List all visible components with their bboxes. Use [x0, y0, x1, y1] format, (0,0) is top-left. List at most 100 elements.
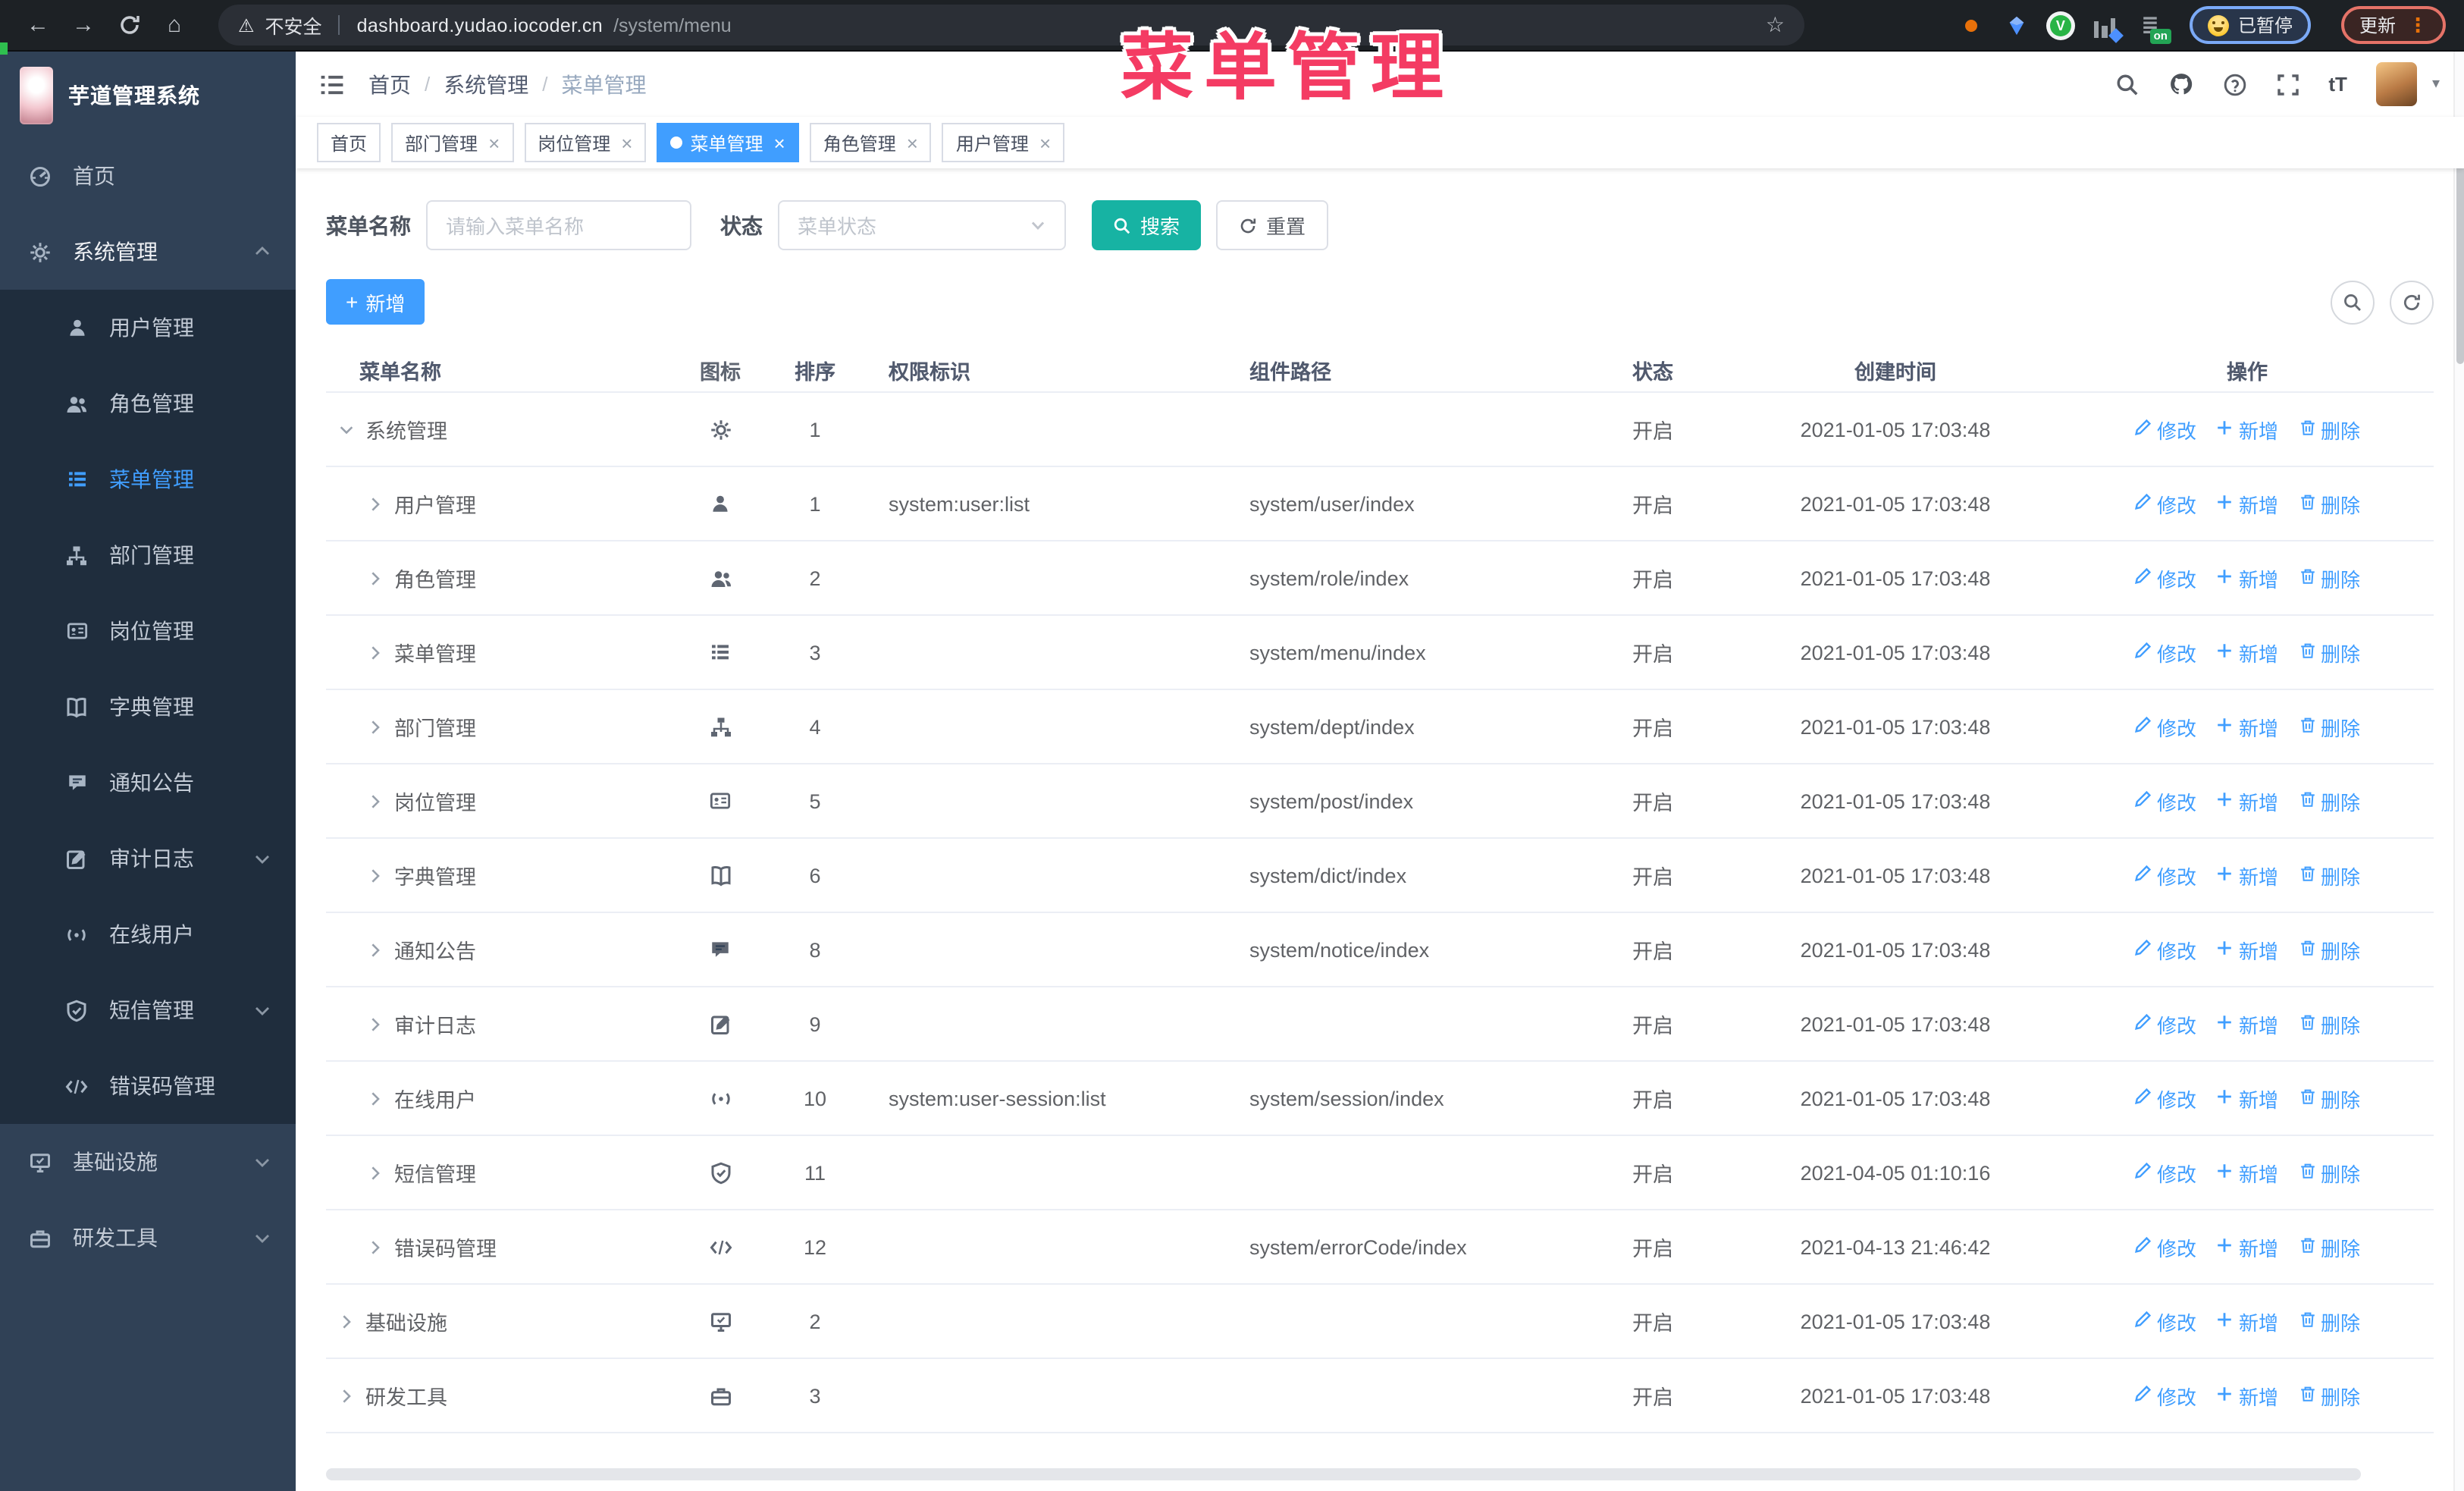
ext-green-check-icon[interactable]: V — [2049, 14, 2071, 36]
add-child-link[interactable]: 新增 — [2216, 1084, 2278, 1113]
ext-blue-gem-icon[interactable] — [2005, 13, 2029, 37]
tag-item[interactable]: 岗位管理 × — [524, 123, 647, 162]
breadcrumb-item[interactable]: 系统管理 — [444, 69, 528, 99]
tag-active[interactable]: 菜单管理 × — [657, 123, 799, 162]
delete-link[interactable]: 删除 — [2298, 1381, 2360, 1410]
sidebar-item[interactable]: 研发工具 — [0, 1200, 296, 1276]
scrollbar-thumb[interactable] — [2456, 137, 2464, 364]
caret-right-icon[interactable] — [338, 1387, 355, 1404]
tag-item[interactable]: 角色管理 × — [809, 123, 932, 162]
add-child-link[interactable]: 新增 — [2216, 1158, 2278, 1187]
user-avatar[interactable] — [2375, 62, 2417, 106]
tag-close-icon[interactable]: × — [774, 133, 785, 152]
sidebar-item[interactable]: 短信管理 — [0, 972, 296, 1048]
add-child-link[interactable]: 新增 — [2216, 563, 2278, 592]
caret-right-icon[interactable] — [367, 1015, 384, 1032]
add-child-link[interactable]: 新增 — [2216, 1381, 2278, 1410]
breadcrumb-item[interactable]: 首页 — [368, 69, 411, 99]
menu-name-input[interactable]: 请输入菜单名称 — [426, 200, 691, 250]
fullscreen-icon[interactable] — [2275, 72, 2299, 96]
help-icon[interactable] — [2222, 72, 2246, 96]
edit-link[interactable]: 修改 — [2134, 786, 2196, 815]
caret-right-icon[interactable] — [367, 1090, 384, 1106]
add-child-link[interactable]: 新增 — [2216, 1232, 2278, 1261]
sidebar-item[interactable]: 系统管理 — [0, 214, 296, 290]
add-child-link[interactable]: 新增 — [2216, 1009, 2278, 1038]
delete-link[interactable]: 删除 — [2298, 861, 2360, 890]
delete-link[interactable]: 删除 — [2298, 712, 2360, 741]
caret-right-icon[interactable] — [367, 1238, 384, 1255]
more-vertical-icon[interactable]: ⋮ — [2408, 13, 2428, 37]
browser-home-icon[interactable]: ⌂ — [152, 5, 197, 46]
caret-right-icon[interactable] — [367, 570, 384, 586]
caret-right-icon[interactable] — [338, 1313, 355, 1329]
delete-link[interactable]: 删除 — [2298, 489, 2360, 518]
sidebar-item[interactable]: 错误码管理 — [0, 1048, 296, 1124]
address-bar[interactable]: ⚠ 不安全 dashboard.yudao.iocoder.cn/system/… — [218, 5, 1804, 46]
sidebar-item[interactable]: 在线用户 — [0, 896, 296, 972]
search-button[interactable]: 搜索 — [1092, 200, 1202, 250]
edit-link[interactable]: 修改 — [2134, 638, 2196, 667]
caret-down-icon[interactable] — [338, 420, 355, 438]
sidebar-item[interactable]: 岗位管理 — [0, 593, 296, 669]
sidebar-item[interactable]: 审计日志 — [0, 821, 296, 896]
caret-right-icon[interactable] — [367, 793, 384, 809]
tag-close-icon[interactable]: × — [907, 133, 918, 152]
ext-orange-donut-icon[interactable] — [1959, 13, 1983, 37]
refresh-table-button[interactable] — [2390, 280, 2434, 324]
avatar-caret-down-icon[interactable]: ▾ — [2432, 76, 2440, 93]
caret-right-icon[interactable] — [367, 718, 384, 735]
edit-link[interactable]: 修改 — [2134, 935, 2196, 964]
edit-link[interactable]: 修改 — [2134, 712, 2196, 741]
horizontal-scrollbar[interactable] — [326, 1468, 2361, 1480]
tag-close-icon[interactable]: × — [621, 133, 632, 152]
add-child-link[interactable]: 新增 — [2216, 1307, 2278, 1336]
sidebar-item[interactable]: 字典管理 — [0, 669, 296, 745]
toggle-search-button[interactable] — [2331, 280, 2375, 324]
sidebar-item[interactable]: 用户管理 — [0, 290, 296, 366]
delete-link[interactable]: 删除 — [2298, 563, 2360, 592]
add-child-link[interactable]: 新增 — [2216, 712, 2278, 741]
add-child-link[interactable]: 新增 — [2216, 786, 2278, 815]
edit-link[interactable]: 修改 — [2134, 415, 2196, 444]
caret-right-icon[interactable] — [367, 1164, 384, 1181]
edit-link[interactable]: 修改 — [2134, 489, 2196, 518]
ext-proxy-on-icon[interactable]: ≣ on — [2138, 12, 2171, 43]
hamburger-icon[interactable] — [318, 71, 346, 98]
add-child-link[interactable]: 新增 — [2216, 861, 2278, 890]
caret-right-icon[interactable] — [367, 495, 384, 512]
delete-link[interactable]: 删除 — [2298, 415, 2360, 444]
delete-link[interactable]: 删除 — [2298, 1158, 2360, 1187]
status-select[interactable]: 菜单状态 — [778, 200, 1066, 250]
browser-back-icon[interactable]: ← — [15, 5, 61, 46]
delete-link[interactable]: 删除 — [2298, 1232, 2360, 1261]
reset-button[interactable]: 重置 — [1216, 200, 1329, 250]
sidebar-item[interactable]: 首页 — [0, 138, 296, 214]
delete-link[interactable]: 删除 — [2298, 1307, 2360, 1336]
tag-item[interactable]: 部门管理 × — [391, 123, 514, 162]
caret-right-icon[interactable] — [367, 644, 384, 661]
browser-update-button[interactable]: 更新 ⋮ — [2340, 6, 2446, 44]
delete-link[interactable]: 删除 — [2298, 935, 2360, 964]
tag-item[interactable]: 首页 — [317, 123, 381, 162]
tag-item[interactable]: 用户管理 × — [942, 123, 1065, 162]
edit-link[interactable]: 修改 — [2134, 1158, 2196, 1187]
ext-columns-icon[interactable] — [2093, 13, 2124, 42]
add-child-link[interactable]: 新增 — [2216, 935, 2278, 964]
browser-forward-icon[interactable]: → — [61, 5, 106, 46]
sidebar-item[interactable]: 部门管理 — [0, 517, 296, 593]
add-button[interactable]: + 新增 — [326, 279, 425, 325]
tag-close-icon[interactable]: × — [1039, 133, 1051, 152]
add-child-link[interactable]: 新增 — [2216, 415, 2278, 444]
delete-link[interactable]: 删除 — [2298, 1084, 2360, 1113]
delete-link[interactable]: 删除 — [2298, 1009, 2360, 1038]
edit-link[interactable]: 修改 — [2134, 1084, 2196, 1113]
caret-right-icon[interactable] — [367, 941, 384, 958]
browser-reload-icon[interactable] — [106, 5, 152, 46]
edit-link[interactable]: 修改 — [2134, 1009, 2196, 1038]
edit-link[interactable]: 修改 — [2134, 1307, 2196, 1336]
edit-link[interactable]: 修改 — [2134, 1381, 2196, 1410]
edit-link[interactable]: 修改 — [2134, 861, 2196, 890]
add-child-link[interactable]: 新增 — [2216, 638, 2278, 667]
profile-paused-badge[interactable]: 已暂停 — [2189, 6, 2311, 44]
